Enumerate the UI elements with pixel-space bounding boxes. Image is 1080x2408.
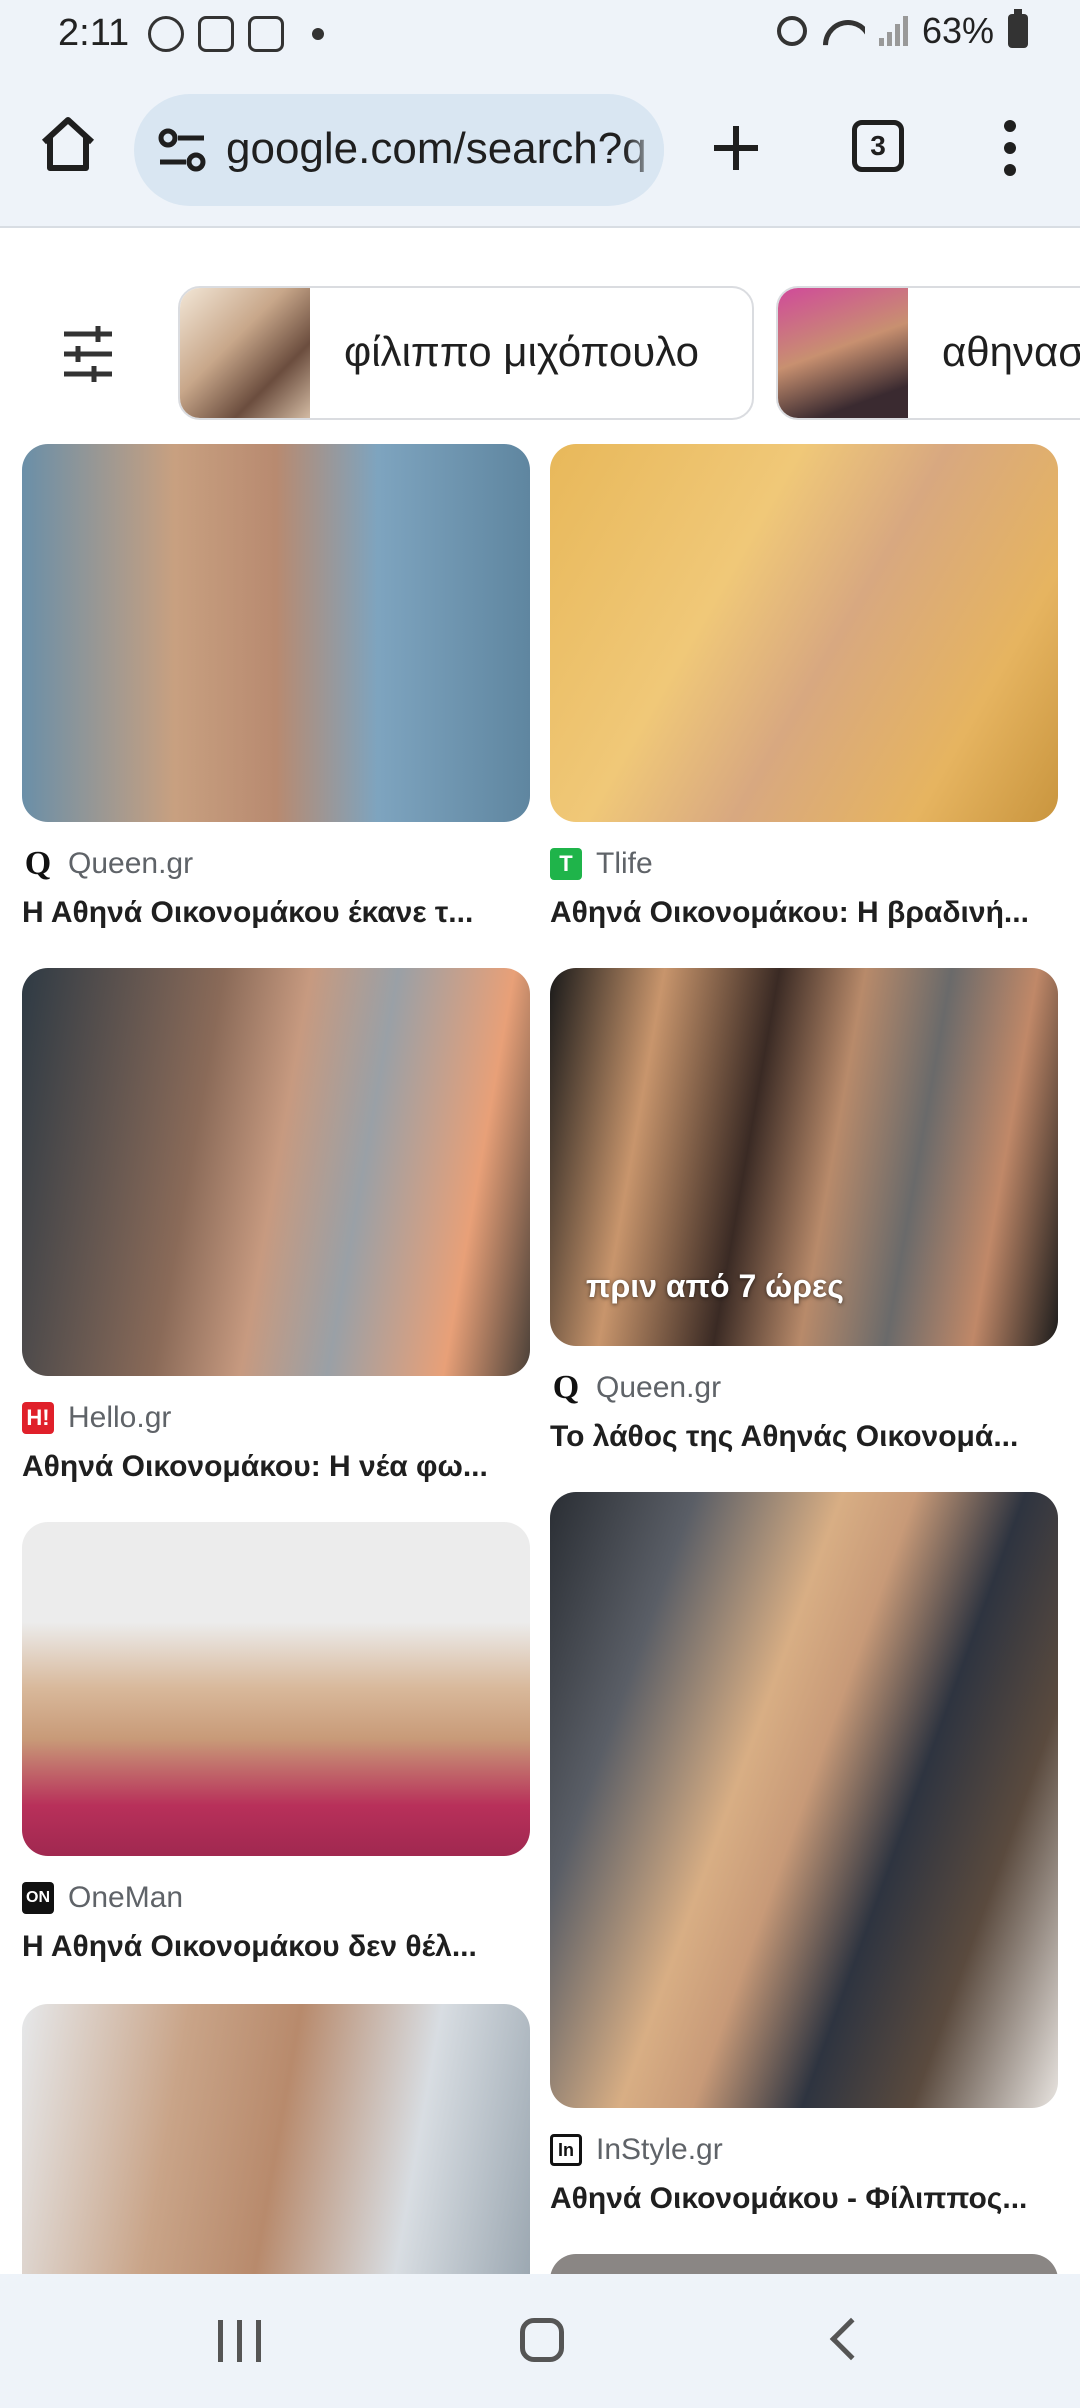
alarm-icon xyxy=(776,16,807,46)
back-button[interactable] xyxy=(829,2317,873,2361)
result-source: ON OneMan xyxy=(22,1878,530,1918)
system-icons: 63% xyxy=(776,9,1028,52)
oneman-logo-icon: ON xyxy=(22,1882,54,1914)
menu-dot-icon xyxy=(1004,142,1016,154)
chip-label: φίλιππο μιχόπουλο xyxy=(344,328,699,375)
notification-icons xyxy=(148,16,324,52)
signal-icon xyxy=(878,16,908,46)
chip-thumbnail xyxy=(778,288,908,418)
instyle-logo-icon: In xyxy=(550,2134,582,2166)
url-text: google.com/search?q xyxy=(226,124,647,173)
time-badge: πριν από 7 ώρες xyxy=(586,1268,844,1304)
result-source: Q Queen.gr xyxy=(22,844,530,884)
gallery-icon xyxy=(248,16,284,52)
result-image[interactable] xyxy=(550,444,1058,822)
result-source: T Tlife xyxy=(550,844,1058,884)
result-title[interactable]: Αθηνά Οικονομάκου - Φίλιππος... xyxy=(550,2182,1058,2216)
source-name: Queen.gr xyxy=(596,1371,722,1404)
tab-switcher-button[interactable]: 3 xyxy=(852,120,904,172)
battery-percent: 63% xyxy=(921,10,994,51)
wifi-icon xyxy=(821,16,865,46)
home-nav-button[interactable] xyxy=(520,2318,564,2362)
status-bar: 2:11 63% xyxy=(0,0,1080,72)
more-notifications-icon xyxy=(312,28,324,40)
image-result[interactable]: ON OneMan Η Αθηνά Οικονομάκου δεν θέλ... xyxy=(22,1522,530,1964)
image-result[interactable]: T Tlife Αθηνά Οικονομάκου: Η βραδινή... xyxy=(550,444,1058,930)
result-image[interactable] xyxy=(22,444,530,822)
result-image[interactable] xyxy=(22,968,530,1376)
chip-thumbnail xyxy=(180,288,310,418)
chip-label: αθηνασ xyxy=(942,328,1080,375)
result-source: Q Queen.gr xyxy=(550,1368,1058,1408)
battery-icon xyxy=(1008,9,1028,48)
site-settings-icon[interactable] xyxy=(158,128,206,172)
result-image[interactable] xyxy=(22,2004,530,2304)
hello-logo-icon: H! xyxy=(22,1402,54,1434)
result-image[interactable]: πριν από 7 ώρες xyxy=(550,968,1058,1346)
menu-dot-icon xyxy=(1004,164,1016,176)
tlife-logo-icon: T xyxy=(550,848,582,880)
result-title[interactable]: Αθηνά Οικονομάκου: Η νέα φω... xyxy=(22,1450,530,1484)
viber-icon xyxy=(148,16,184,52)
image-result[interactable]: πριν από 7 ώρες Q Queen.gr Το λάθος της … xyxy=(550,968,1058,1454)
result-source: H! Hello.gr xyxy=(22,1398,530,1438)
source-name: Queen.gr xyxy=(68,847,194,880)
result-title[interactable]: Η Αθηνά Οικονομάκου έκανε τ... xyxy=(22,896,530,930)
related-searches-row: φίλιππο μιχόπουλο αθηνασ xyxy=(0,230,1080,430)
source-name: Hello.gr xyxy=(68,1401,172,1434)
image-result[interactable]: In InStyle.gr Αθηνά Οικονομάκου - Φίλιππ… xyxy=(550,1492,1058,2216)
chip-related-search[interactable]: αθηνασ xyxy=(776,286,1080,420)
result-source: In InStyle.gr xyxy=(550,2130,1058,2170)
recents-button[interactable] xyxy=(218,2320,261,2362)
result-title[interactable]: Η Αθηνά Οικονομάκου δεν θέλ... xyxy=(22,1930,530,1964)
source-name: InStyle.gr xyxy=(596,2133,723,2166)
more-menu-button[interactable] xyxy=(990,116,1030,180)
new-tab-button[interactable] xyxy=(704,116,768,180)
system-nav-bar xyxy=(0,2274,1080,2408)
status-time: 2:11 xyxy=(58,12,130,54)
image-result[interactable]: H! Hello.gr Αθηνά Οικονομάκου: Η νέα φω.… xyxy=(22,968,530,1484)
result-title[interactable]: Το λάθος της Αθηνάς Οικονομά... xyxy=(550,1420,1058,1454)
result-image[interactable] xyxy=(22,1522,530,1856)
address-bar[interactable]: google.com/search?q xyxy=(134,94,664,206)
home-button[interactable] xyxy=(36,112,100,176)
result-title[interactable]: Αθηνά Οικονομάκου: Η βραδινή... xyxy=(550,896,1058,930)
image-result[interactable]: Q Queen.gr Η Αθηνά Οικονομάκου έκανε τ..… xyxy=(22,444,530,930)
filter-sliders-icon[interactable] xyxy=(60,324,116,384)
browser-toolbar: google.com/search?q 3 xyxy=(0,72,1080,228)
queen-logo-icon: Q xyxy=(550,1369,582,1406)
queen-logo-icon: Q xyxy=(22,845,54,882)
menu-dot-icon xyxy=(1004,120,1016,132)
result-image[interactable] xyxy=(550,1492,1058,2108)
source-name: OneMan xyxy=(68,1881,184,1914)
chip-related-search[interactable]: φίλιππο μιχόπουλο xyxy=(178,286,754,420)
source-name: Tlife xyxy=(596,847,653,880)
browser-notification-icon xyxy=(198,16,234,52)
